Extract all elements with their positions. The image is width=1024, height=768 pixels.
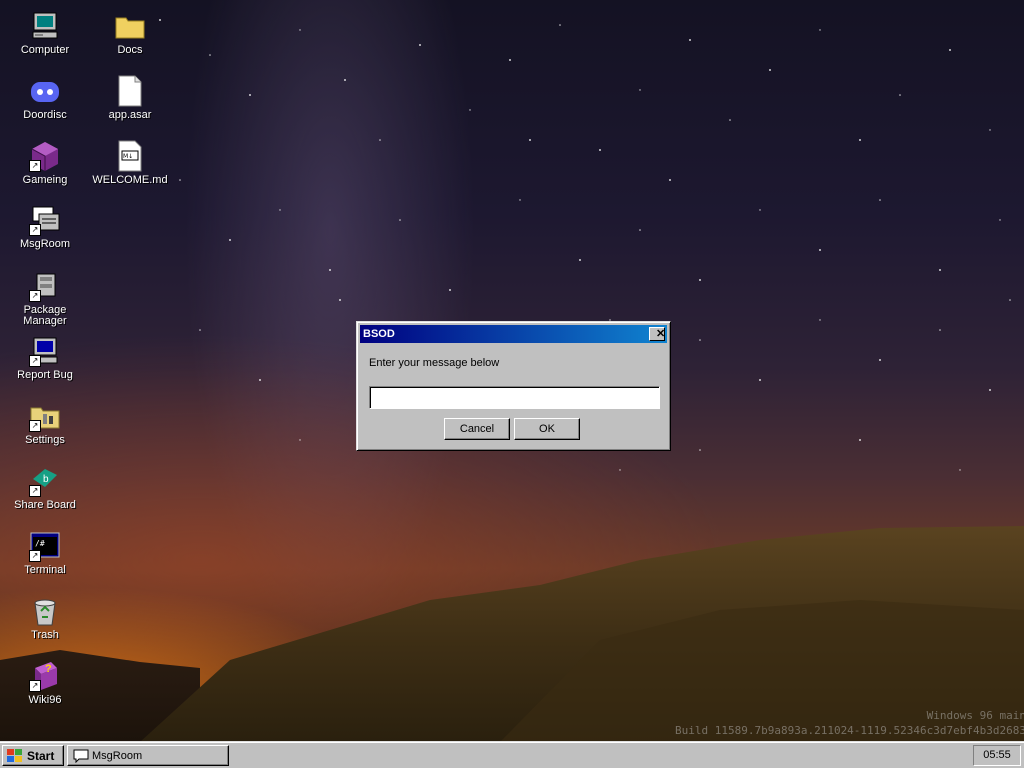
desktop-icon-msgroom[interactable]: ↗ MsgRoom: [5, 204, 85, 250]
shortcut-arrow-icon: ↗: [29, 290, 41, 302]
desktop-icon-gameing[interactable]: ↗ Gameing: [5, 140, 85, 186]
desktop-icon-label: Package Manager: [23, 304, 67, 327]
desktop-icon-label: Docs: [117, 44, 143, 56]
desktop-icon-label: Computer: [20, 44, 70, 56]
desktop-icon-terminal[interactable]: /# ↗ Terminal: [5, 530, 85, 576]
discord-icon: [29, 75, 61, 107]
folder-icon: [114, 10, 146, 42]
windows-logo-icon: [7, 749, 23, 766]
svg-text:b: b: [43, 474, 49, 485]
desktop-icon-label: Settings: [25, 434, 65, 446]
desktop-icon-label: app.asar: [108, 109, 152, 121]
dialog-title: BSOD: [363, 328, 395, 340]
shortcut-arrow-icon: ↗: [29, 550, 41, 562]
msgroom-icon: ↗: [29, 204, 61, 236]
desktop-icon-docs[interactable]: Docs: [90, 10, 170, 56]
msgroom-icon: [73, 749, 89, 766]
game-cube-icon: ↗: [29, 140, 61, 172]
computer-icon: [29, 10, 61, 42]
taskbar-item-label: MsgRoom: [92, 750, 143, 762]
desktop-icon-label: Report Bug: [17, 369, 73, 381]
shortcut-arrow-icon: ↗: [29, 485, 41, 497]
taskbar: Start MsgRoom 05:55: [0, 741, 1024, 768]
ok-button[interactable]: OK: [514, 418, 580, 440]
shortcut-arrow-icon: ↗: [29, 680, 41, 692]
message-input[interactable]: [369, 386, 660, 409]
desktop-icon-label: Doordisc: [23, 109, 67, 121]
start-button[interactable]: Start: [2, 745, 64, 766]
build-info-watermark: Build 11589.7b9a893a.211024-1119.52346c3…: [675, 724, 1024, 737]
desktop-icon-label: WELCOME.md: [92, 174, 168, 186]
desktop-icon-label: Terminal: [24, 564, 66, 576]
recycle-bin-icon: [29, 595, 61, 627]
desktop-icon-computer[interactable]: Computer: [5, 10, 85, 56]
help-book-icon: ? ↗: [29, 660, 61, 692]
package-manager-icon: ↗: [29, 270, 61, 302]
svg-text:?: ?: [45, 663, 52, 675]
close-icon: ✕: [656, 328, 666, 340]
desktop-icon-package-manager[interactable]: ↗ Package Manager: [5, 270, 85, 327]
desktop-icon-label: MsgRoom: [19, 238, 71, 250]
terminal-icon: /# ↗: [29, 530, 61, 562]
bsod-dialog: BSOD ✕ Enter your message below Cancel O…: [356, 321, 671, 451]
report-bug-icon: ↗: [29, 335, 61, 367]
dialog-title-bar[interactable]: BSOD ✕: [360, 325, 667, 343]
desktop-icon-label: Share Board: [14, 499, 76, 511]
desktop-icon-trash[interactable]: Trash: [5, 595, 85, 641]
shortcut-arrow-icon: ↗: [29, 160, 41, 172]
shortcut-arrow-icon: ↗: [29, 420, 41, 432]
desktop-icon-label: Gameing: [22, 174, 68, 186]
desktop-icon-share-board[interactable]: b ↗ Share Board: [5, 465, 85, 511]
blank-file-icon: [114, 75, 146, 107]
desktop-icon-wiki96[interactable]: ? ↗ Wiki96: [5, 660, 85, 706]
shortcut-arrow-icon: ↗: [29, 355, 41, 367]
close-button[interactable]: ✕: [649, 327, 665, 341]
desktop-icon-welcome-md[interactable]: M↓ WELCOME.md: [90, 140, 170, 186]
start-label: Start: [27, 749, 55, 763]
shortcut-arrow-icon: ↗: [29, 224, 41, 236]
markdown-file-icon: M↓: [114, 140, 146, 172]
desktop-icon-app-asar[interactable]: app.asar: [90, 75, 170, 121]
taskbar-item-msgroom[interactable]: MsgRoom: [67, 745, 229, 766]
desktop-icon-doordisc[interactable]: Doordisc: [5, 75, 85, 121]
desktop-icon-report-bug[interactable]: ↗ Report Bug: [5, 335, 85, 381]
cancel-button[interactable]: Cancel: [444, 418, 510, 440]
svg-text:/#: /#: [35, 539, 45, 548]
system-clock: 05:55: [973, 745, 1021, 766]
svg-text:M↓: M↓: [123, 153, 133, 160]
desktop-icon-label: Wiki96: [28, 694, 62, 706]
dialog-prompt: Enter your message below: [369, 357, 500, 369]
os-name-watermark: Windows 96 main: [926, 709, 1024, 722]
share-board-icon: b ↗: [29, 465, 61, 497]
desktop-icon-settings[interactable]: ↗ Settings: [5, 400, 85, 446]
settings-folder-icon: ↗: [29, 400, 61, 432]
desktop-icon-label: Trash: [31, 629, 59, 641]
